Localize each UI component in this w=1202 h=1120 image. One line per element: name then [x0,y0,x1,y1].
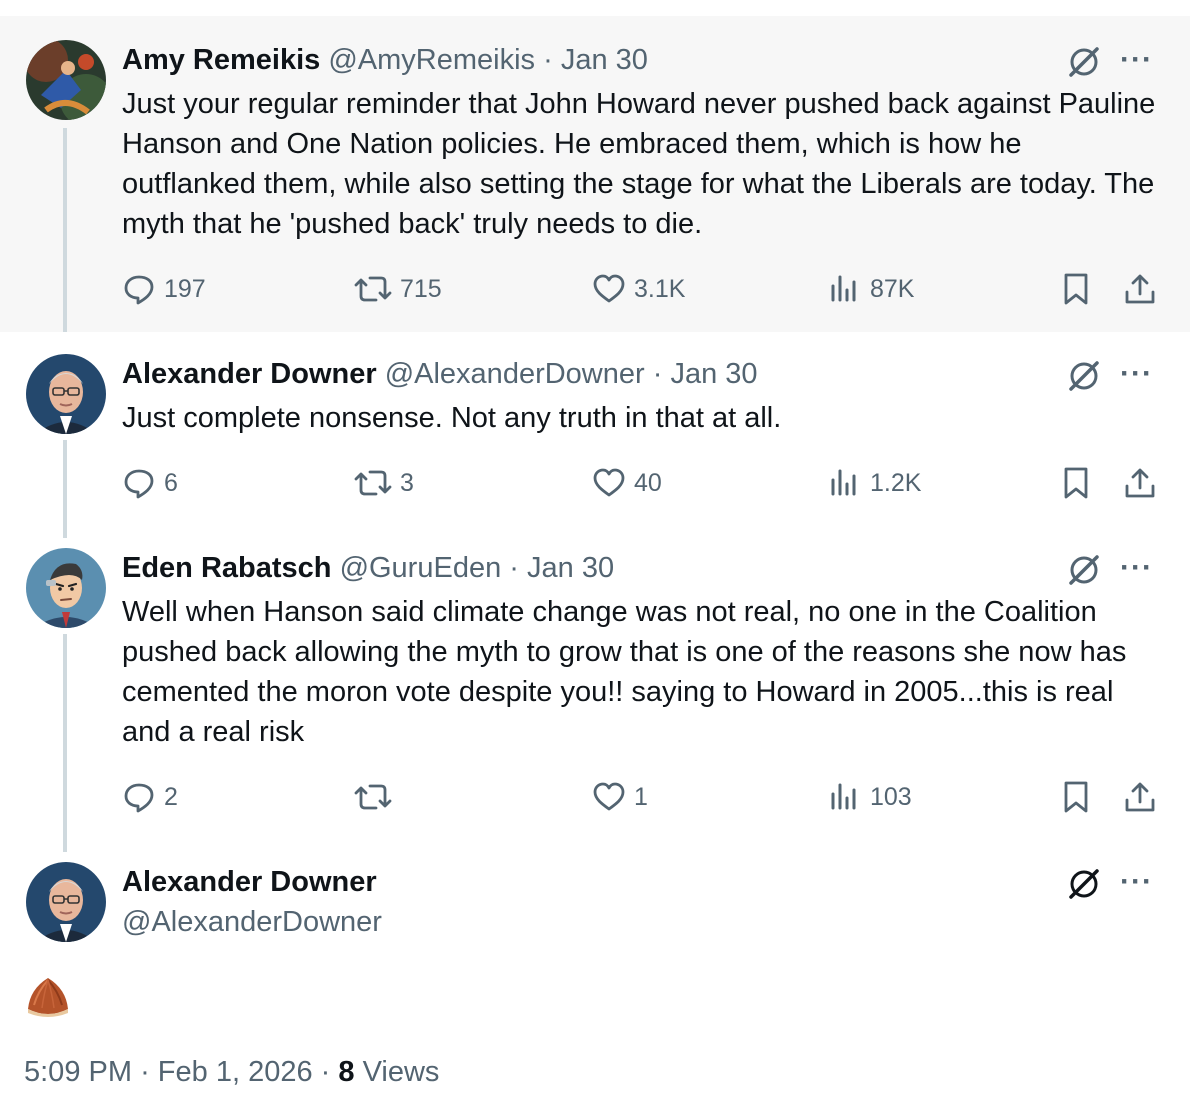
like-count: 40 [634,469,662,497]
repost-icon [354,470,392,496]
repost-count: 3 [400,469,414,497]
views-icon [831,783,856,810]
like-button[interactable]: 1 [592,777,648,817]
share-icon [1125,782,1155,812]
like-icon [593,782,625,811]
grok-icon[interactable] [1064,550,1104,590]
thread-line [63,440,67,538]
bookmark-button[interactable] [1056,269,1096,309]
action-bar: 2 1 103 [122,777,1162,817]
repost-button[interactable]: 715 [354,269,442,309]
tweet-date[interactable]: Jan 30 [561,44,648,76]
action-bar: 197 715 3.1K 87K [122,269,1162,309]
separator: · [140,1056,150,1088]
reply-icon [124,783,154,813]
separator: · [543,44,553,76]
reply-count: 6 [164,469,178,497]
share-icon [1125,274,1155,304]
bookmark-icon [1064,781,1088,813]
views-label: Views [362,1056,440,1088]
bookmark-button[interactable] [1056,463,1096,503]
tweet-text: Just your regular reminder that John How… [122,88,1156,240]
like-icon [593,274,625,303]
tweet-header: Eden Rabatsch @GuruEden · Jan 30 [122,550,614,586]
repost-icon [354,276,392,302]
views-count: 87K [870,275,915,303]
reply-icon [124,469,154,499]
main-tweet-name: Alexander Downer [122,864,377,900]
author-name[interactable]: Eden Rabatsch [122,552,332,584]
views-button[interactable]: 1.2K [828,463,921,503]
tweet-text: Well when Hanson said climate change was… [122,596,1127,748]
like-button[interactable]: 40 [592,463,662,503]
author-handle[interactable]: @AmyRemeikis [328,44,535,76]
reply-button[interactable]: 197 [122,269,206,309]
grok-icon[interactable] [1064,42,1104,82]
separator: · [509,552,519,584]
author-name[interactable]: Amy Remeikis [122,44,320,76]
tweet-text: Just complete nonsense. Not any truth in… [122,402,782,434]
author-handle[interactable]: @AlexanderDowner [385,358,645,390]
grok-icon[interactable] [1064,864,1104,904]
tweet-header: Amy Remeikis @AmyRemeikis · Jan 30 [122,42,648,78]
tweet-date[interactable]: Feb 1, 2026 [158,1056,313,1088]
avatar[interactable] [26,354,106,434]
separator: · [320,1056,331,1088]
views-icon [831,275,856,302]
views-button[interactable]: 103 [828,777,912,817]
tweet-date[interactable]: Jan 30 [670,358,757,390]
reply-icon [124,275,154,305]
bookmark-button[interactable] [1056,777,1096,817]
like-count: 3.1K [634,275,686,303]
chestnut-emoji-icon [24,975,72,1019]
separator: · [652,358,663,390]
tweet-date[interactable]: Jan 30 [527,552,614,584]
thread-line [63,634,67,852]
tweet-meta: 5:09 PM · Feb 1, 2026 · 8 Views [24,1052,439,1092]
reply-button[interactable]: 2 [122,777,178,817]
reply-button[interactable]: 6 [122,463,178,503]
more-icon[interactable]: ··· [1120,45,1153,75]
grok-icon[interactable] [1064,356,1104,396]
more-icon[interactable]: ··· [1120,359,1153,389]
share-button[interactable] [1120,269,1160,309]
repost-button[interactable] [354,777,400,817]
views-count: 1.2K [870,469,922,497]
avatar[interactable] [26,548,106,628]
repost-icon [354,784,392,810]
author-name[interactable]: Alexander Downer [122,358,377,390]
views-count: 103 [870,783,912,811]
tweet-header: Alexander Downer @AlexanderDowner · Jan … [122,356,758,392]
action-bar: 6 3 40 1.2K [122,463,1162,503]
tweet-time[interactable]: 5:09 PM [24,1056,132,1088]
share-button[interactable] [1120,463,1160,503]
avatar[interactable] [26,862,106,942]
views-button[interactable]: 87K [828,269,914,309]
share-icon [1125,468,1155,498]
repost-button[interactable]: 3 [354,463,414,503]
views-count: 8 [338,1056,355,1088]
author-handle[interactable]: @AlexanderDowner [122,906,382,938]
views-icon [831,469,856,496]
bookmark-icon [1064,273,1088,305]
bookmark-icon [1064,467,1088,499]
like-icon [593,468,625,497]
repost-count: 715 [400,275,442,303]
like-count: 1 [634,783,648,811]
more-icon[interactable]: ··· [1120,553,1153,583]
thread-line [63,128,67,332]
more-icon[interactable]: ··· [1120,867,1153,897]
like-button[interactable]: 3.1K [592,269,685,309]
reply-count: 2 [164,783,178,811]
author-name[interactable]: Alexander Downer [122,866,377,898]
avatar[interactable] [26,40,106,120]
main-tweet-handle: @AlexanderDowner [122,904,382,940]
author-handle[interactable]: @GuruEden [340,552,502,584]
share-button[interactable] [1120,777,1160,817]
reply-count: 197 [164,275,206,303]
